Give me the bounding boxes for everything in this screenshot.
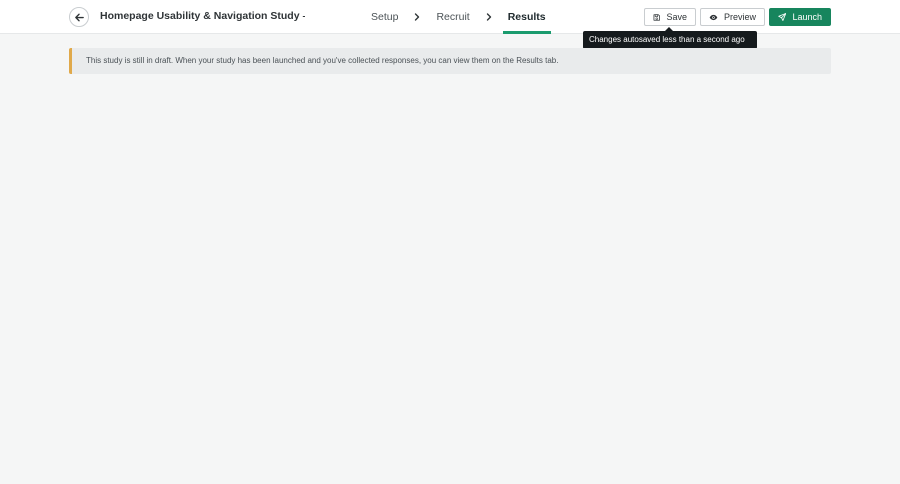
save-button[interactable]: Save [644,8,696,26]
preview-label: Preview [723,12,756,22]
tab-results[interactable]: Results [502,0,551,34]
study-title[interactable]: Homepage Usability & Navigation Study – … [100,10,305,22]
draft-info-banner: This study is still in draft. When your … [69,48,831,74]
rocket-icon [778,13,787,21]
floppy-disk-icon [653,13,660,21]
launch-label: Launch [792,12,822,22]
preview-button[interactable]: Preview [700,8,765,26]
tab-recruit[interactable]: Recruit [431,0,474,34]
launch-button[interactable]: Launch [769,8,831,26]
step-tabs: Setup Recruit Results [366,0,551,34]
save-label: Save [666,12,687,22]
chevron-right-icon [483,11,495,23]
back-button[interactable] [69,7,89,27]
eye-icon [709,14,718,20]
top-bar: Homepage Usability & Navigation Study – … [0,0,900,34]
arrow-left-icon [74,13,84,21]
autosave-tooltip: Changes autosaved less than a second ago [583,27,757,49]
tab-setup[interactable]: Setup [366,0,403,34]
chevron-right-icon [411,11,423,23]
